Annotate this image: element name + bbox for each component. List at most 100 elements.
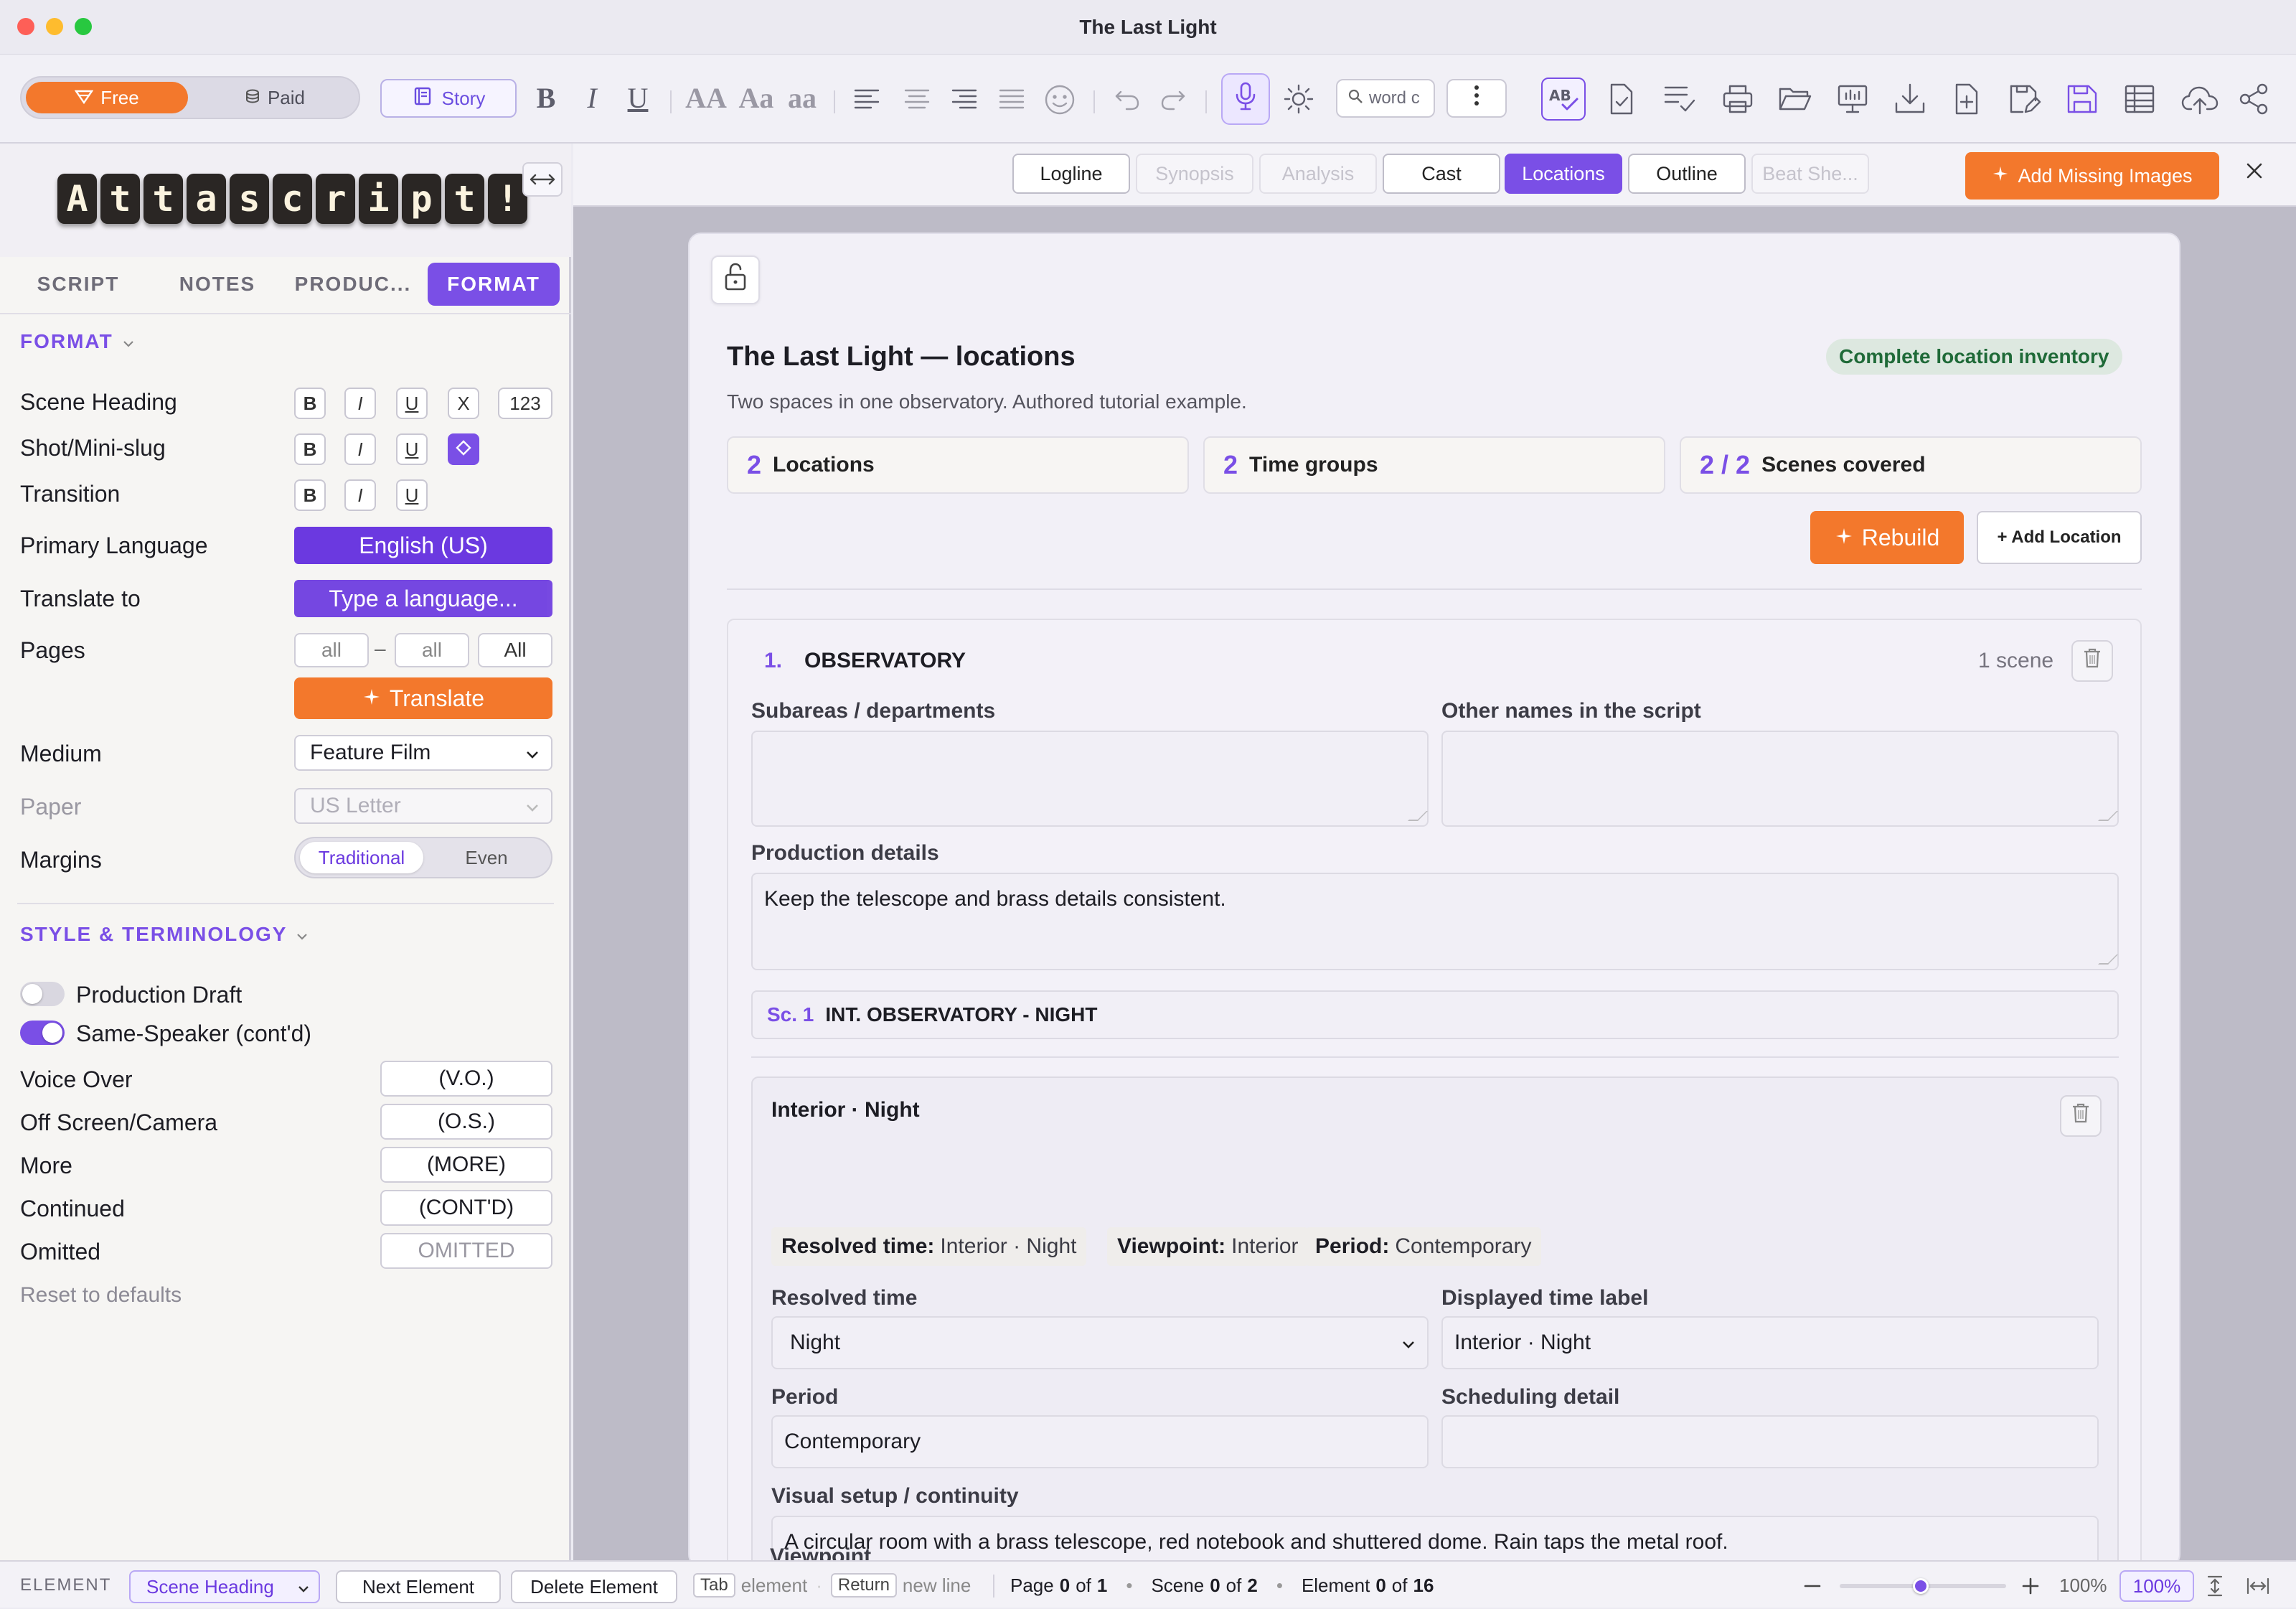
scene-heading-clear-button[interactable]: X	[448, 388, 479, 419]
plan-paid-button[interactable]: Paid	[194, 82, 356, 113]
shot-bold-button[interactable]: B	[294, 433, 326, 465]
close-panel-icon[interactable]	[2245, 156, 2264, 187]
tab-script[interactable]: SCRIPT	[17, 263, 139, 306]
dictation-button[interactable]	[1221, 73, 1270, 125]
element-type-select[interactable]: Scene Heading	[129, 1570, 320, 1603]
open-folder-icon[interactable]	[1777, 80, 1814, 118]
resize-sidebar-icon[interactable]	[522, 162, 563, 197]
add-location-button[interactable]: + Add Location	[1977, 511, 2142, 564]
cloud-upload-icon[interactable]	[2178, 80, 2221, 118]
scene-heading-italic-button[interactable]: I	[344, 388, 376, 419]
translate-button[interactable]: Translate	[294, 677, 552, 719]
continued-input[interactable]: (CONT'D)	[380, 1190, 552, 1226]
undo-icon[interactable]	[1112, 83, 1144, 115]
delete-location-button[interactable]	[2071, 640, 2113, 682]
save-icon[interactable]	[2064, 80, 2101, 118]
displayed-time-input[interactable]: Interior · Night	[1441, 1316, 2099, 1369]
transition-bold-button[interactable]: B	[294, 479, 326, 511]
reset-defaults-link[interactable]: Reset to defaults	[20, 1283, 182, 1308]
pages-to-input[interactable]: all	[395, 633, 469, 667]
next-element-button[interactable]: Next Element	[336, 1570, 501, 1603]
same-speaker-toggle[interactable]	[20, 1021, 65, 1045]
bold-button[interactable]: B	[530, 76, 563, 119]
lock-toggle-button[interactable]	[711, 255, 760, 304]
omitted-input[interactable]: OMITTED	[380, 1233, 552, 1269]
zoom-reset-button[interactable]: 100%	[2119, 1570, 2194, 1602]
tab-cast[interactable]: Cast	[1383, 154, 1500, 194]
other-names-input[interactable]	[1441, 731, 2119, 827]
scene-heading-underline-button[interactable]: U	[396, 388, 428, 419]
pages-from-input[interactable]: all	[294, 633, 369, 667]
align-center-icon[interactable]	[901, 83, 933, 115]
style-section-toggle[interactable]: STYLE & TERMINOLOGY	[20, 923, 309, 946]
subareas-input[interactable]	[751, 731, 1429, 827]
zoom-slider[interactable]	[1840, 1578, 2006, 1594]
scene-link[interactable]: Sc. 1 INT. OBSERVATORY - NIGHT	[751, 990, 2119, 1039]
download-icon[interactable]	[1891, 80, 1929, 118]
production-details-label: Production details	[751, 841, 939, 865]
location-name[interactable]: OBSERVATORY	[804, 649, 966, 673]
lowercase-button[interactable]: aa	[781, 76, 824, 119]
align-left-icon[interactable]	[851, 83, 883, 115]
table-icon[interactable]	[2121, 80, 2158, 118]
scene-heading-bold-button[interactable]: B	[294, 388, 326, 419]
tab-notes[interactable]: NOTES	[149, 263, 286, 306]
fit-width-icon[interactable]	[2246, 1576, 2270, 1601]
align-right-icon[interactable]	[949, 83, 980, 115]
tab-outline[interactable]: Outline	[1628, 154, 1746, 194]
scheduling-input[interactable]	[1441, 1415, 2099, 1468]
primary-language-select[interactable]: English (US)	[294, 527, 552, 564]
titlecase-button[interactable]: Aa	[732, 76, 781, 119]
delete-time-group-button[interactable]	[2060, 1095, 2102, 1137]
new-document-icon[interactable]	[1949, 80, 1986, 118]
tab-locations[interactable]: Locations	[1505, 154, 1622, 194]
margins-even[interactable]: Even	[425, 842, 548, 873]
production-draft-toggle[interactable]	[20, 982, 65, 1006]
more-input[interactable]: (MORE)	[380, 1147, 552, 1183]
translate-language-input[interactable]: Type a language...	[294, 580, 552, 617]
fit-height-icon[interactable]	[2206, 1575, 2224, 1603]
list-check-icon[interactable]	[1662, 80, 1699, 118]
transition-underline-button[interactable]: U	[396, 479, 428, 511]
print-icon[interactable]	[1719, 80, 1756, 118]
add-missing-images-button[interactable]: Add Missing Images	[1965, 152, 2219, 200]
shot-underline-button[interactable]: U	[396, 433, 428, 465]
voice-over-input[interactable]: (V.O.)	[380, 1061, 552, 1097]
more-options-button[interactable]	[1446, 79, 1507, 118]
zoom-out-icon[interactable]	[1802, 1576, 1822, 1601]
period-input[interactable]: Contemporary	[771, 1415, 1429, 1468]
margins-traditional[interactable]: Traditional	[300, 842, 423, 873]
emoji-icon[interactable]	[1042, 82, 1078, 118]
delete-element-button[interactable]: Delete Element	[511, 1570, 677, 1603]
word-search-field[interactable]: word c	[1336, 79, 1435, 118]
format-section-toggle[interactable]: FORMAT	[20, 330, 135, 353]
underline-button[interactable]: U	[621, 76, 654, 119]
presentation-icon[interactable]	[1834, 80, 1871, 118]
save-as-icon[interactable]	[2006, 80, 2043, 118]
justify-icon[interactable]	[996, 83, 1027, 115]
production-details-input[interactable]: Keep the telescope and brass details con…	[751, 873, 2119, 970]
tab-logline[interactable]: Logline	[1012, 154, 1130, 194]
uppercase-button[interactable]: AA	[682, 76, 730, 119]
shot-style-toggle[interactable]	[448, 433, 479, 465]
plan-free-button[interactable]: Free	[26, 82, 188, 113]
story-button[interactable]: Story	[380, 79, 517, 118]
zoom-in-icon[interactable]	[2020, 1576, 2041, 1601]
document-check-icon[interactable]	[1604, 80, 1639, 118]
italic-button[interactable]: I	[575, 76, 608, 119]
redo-icon[interactable]	[1157, 83, 1188, 115]
brightness-icon[interactable]	[1280, 80, 1317, 118]
pages-all-button[interactable]: All	[478, 633, 552, 667]
off-screen-input[interactable]: (O.S.)	[380, 1104, 552, 1140]
share-icon[interactable]	[2236, 80, 2273, 118]
tab-production[interactable]: PRODUC...	[290, 263, 416, 306]
shot-italic-button[interactable]: I	[344, 433, 376, 465]
spellcheck-icon[interactable]: AB	[1541, 78, 1586, 121]
scene-numbers-button[interactable]: 123	[498, 388, 552, 419]
zoom-slider-handle[interactable]	[1913, 1578, 1929, 1594]
tab-format[interactable]: FORMAT	[428, 263, 560, 306]
transition-italic-button[interactable]: I	[344, 479, 376, 511]
resolved-time-select[interactable]: Night	[771, 1316, 1429, 1369]
medium-select[interactable]: Feature Film	[294, 735, 552, 771]
rebuild-button[interactable]: Rebuild	[1810, 511, 1964, 564]
